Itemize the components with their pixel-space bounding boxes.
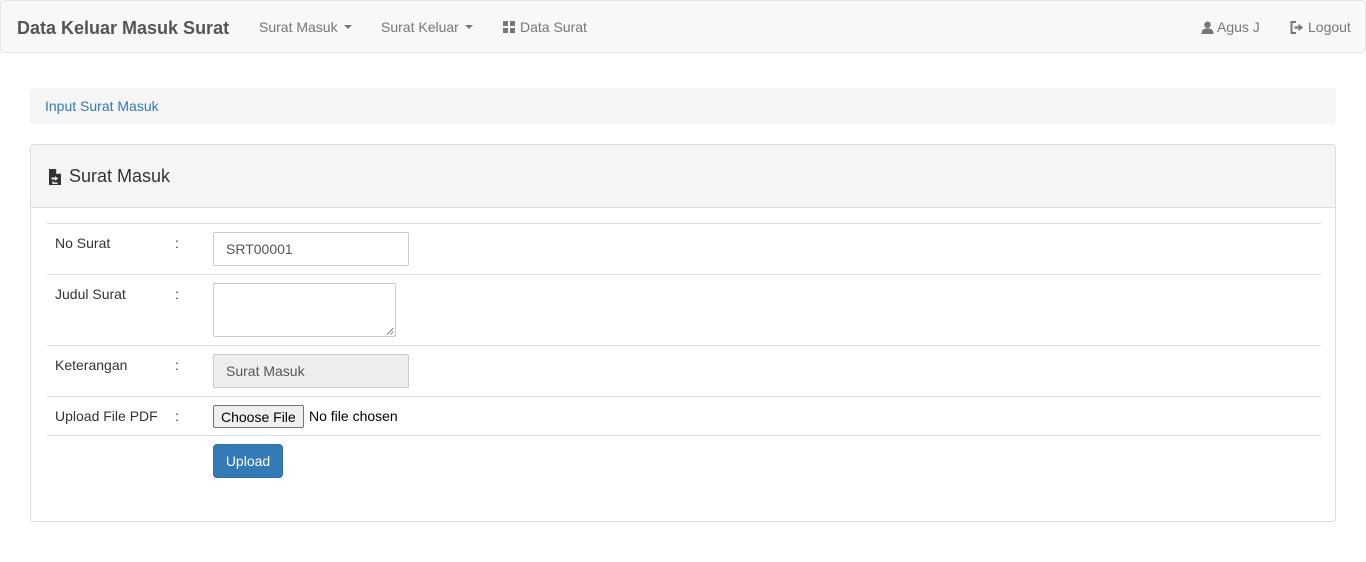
navbar: Data Keluar Masuk Surat Surat Masuk Sura…: [0, 0, 1366, 53]
caret-down-icon: [464, 25, 473, 29]
breadcrumb-link[interactable]: Input Surat Masuk: [45, 98, 159, 114]
file-import-icon: [48, 168, 62, 186]
keterangan-value: Surat Masuk: [226, 363, 305, 379]
form-row-upload-file: Upload File PDF : Choose File No file ch…: [47, 396, 1321, 435]
nav-surat-masuk[interactable]: Surat Masuk: [259, 19, 352, 35]
grid-icon: [503, 21, 515, 33]
user-icon: [1201, 21, 1214, 34]
keterangan-input: Surat Masuk: [213, 354, 409, 388]
colon: :: [175, 235, 179, 251]
colon: :: [175, 286, 179, 302]
form-panel: Surat Masuk No Surat : SRT00001 Judul Su…: [30, 144, 1336, 522]
form-row-submit: Upload: [47, 435, 1321, 496]
upload-file-label: Upload File PDF: [55, 408, 158, 424]
nav-logout-label: Logout: [1308, 19, 1351, 35]
file-status: No file chosen: [309, 408, 398, 424]
no-surat-value: SRT00001: [226, 241, 293, 257]
judul-surat-textarea[interactable]: [213, 283, 396, 337]
choose-file-button[interactable]: Choose File: [213, 405, 304, 428]
panel-title: Surat Masuk: [48, 166, 170, 187]
no-surat-label: No Surat: [55, 235, 111, 251]
colon: :: [175, 357, 179, 373]
upload-button[interactable]: Upload: [213, 444, 283, 478]
resize-handle-icon[interactable]: [386, 327, 394, 335]
form-row-judul-surat: Judul Surat :: [47, 274, 1321, 345]
nav-data-surat[interactable]: Data Surat: [503, 19, 587, 35]
caret-down-icon: [343, 25, 352, 29]
nav-surat-masuk-label: Surat Masuk: [259, 19, 338, 35]
form-row-keterangan: Keterangan : Surat Masuk: [47, 345, 1321, 396]
nav-user[interactable]: Agus J: [1201, 19, 1260, 35]
panel-heading: Surat Masuk: [31, 145, 1335, 208]
no-surat-input[interactable]: SRT00001: [213, 232, 409, 266]
keterangan-label: Keterangan: [55, 357, 128, 373]
panel-title-text: Surat Masuk: [69, 166, 171, 186]
colon: :: [175, 408, 179, 424]
nav-logout[interactable]: Logout: [1290, 19, 1351, 35]
nav-user-label: Agus J: [1217, 19, 1260, 35]
logout-icon: [1290, 20, 1304, 34]
judul-surat-label: Judul Surat: [55, 286, 126, 302]
breadcrumb: Input Surat Masuk: [30, 88, 1336, 124]
form-row-no-surat: No Surat : SRT00001: [47, 223, 1321, 274]
nav-surat-keluar-label: Surat Keluar: [381, 19, 459, 35]
brand[interactable]: Data Keluar Masuk Surat: [17, 18, 229, 39]
nav-data-surat-label: Data Surat: [520, 19, 587, 35]
nav-surat-keluar[interactable]: Surat Keluar: [381, 19, 473, 35]
